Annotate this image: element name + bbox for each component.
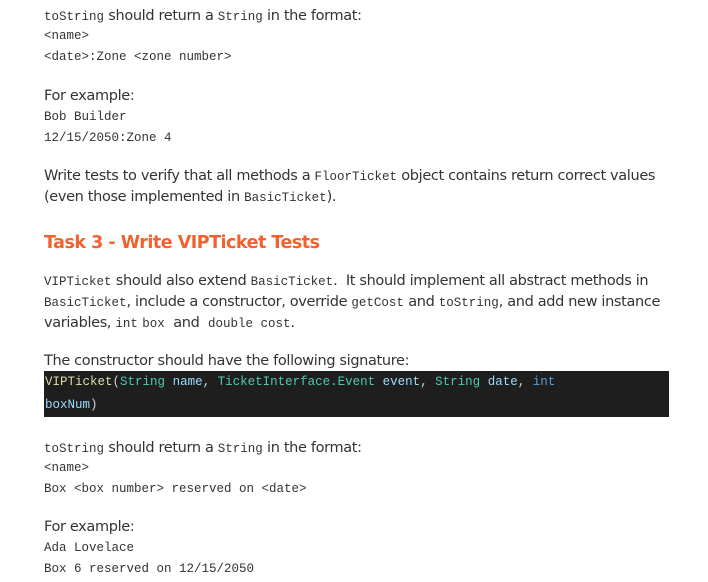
- tostring-format-intro-vip: toString should return a String in the f…: [44, 440, 362, 456]
- example-line: Ada Lovelace: [44, 541, 135, 555]
- format-line: Box <box number> reserved on <date>: [44, 482, 307, 496]
- format-line: <name>: [44, 29, 90, 43]
- constructor-label: The constructor should have the followin…: [44, 353, 410, 369]
- example-label: For example:: [44, 88, 135, 104]
- inline-code: String: [217, 10, 263, 24]
- tests-paragraph: Write tests to verify that all methods a…: [44, 168, 656, 205]
- task3-heading: Task 3 - Write VIPTicket Tests: [44, 233, 320, 253]
- inline-code: BasicTicket: [244, 191, 327, 205]
- task3-intro-paragraph: VIPTicket should also extend BasicTicket…: [44, 273, 661, 331]
- format-line: <date>:Zone <zone number>: [44, 50, 232, 64]
- example-label: For example:: [44, 519, 135, 535]
- example-line: Box 6 reserved on 12/15/2050: [44, 562, 255, 576]
- tostring-format-intro: toString should return a String in the f…: [44, 8, 362, 24]
- example-line: 12/15/2050:Zone 4: [44, 131, 172, 145]
- constructor-code-block: VIPTicket(String name, TicketInterface.E…: [44, 371, 669, 417]
- inline-code: FloorTicket: [314, 170, 398, 184]
- example-line: Bob Builder: [44, 110, 127, 124]
- format-line: <name>: [44, 461, 90, 475]
- inline-code: toString: [44, 10, 105, 24]
